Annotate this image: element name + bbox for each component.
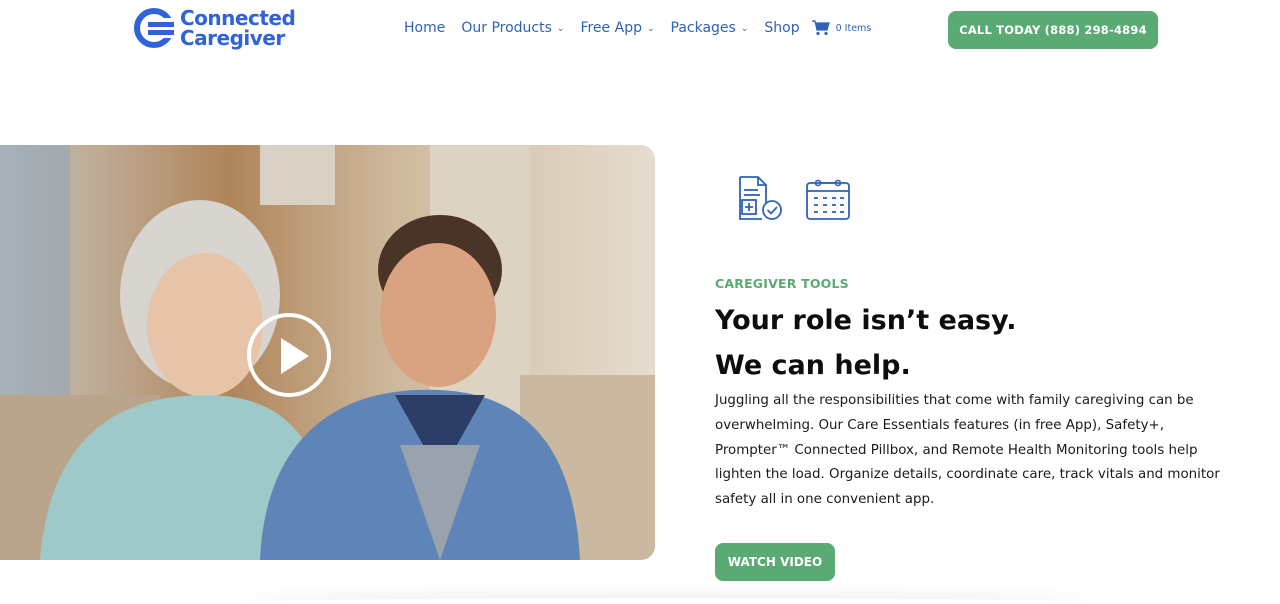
nav-free-app-label: Free App	[580, 20, 642, 36]
logo-icon	[134, 8, 174, 48]
chevron-down-icon: ⌄	[646, 24, 655, 34]
cart-count: 0 Items	[835, 22, 872, 34]
nav-free-app[interactable]: Free App ⌄	[580, 20, 654, 36]
hero-video-thumbnail[interactable]	[0, 145, 655, 560]
nav-home[interactable]: Home	[404, 20, 445, 36]
cart-link[interactable]: 0 Items	[811, 20, 872, 36]
watch-video-button[interactable]: WATCH VIDEO	[715, 543, 835, 581]
play-icon[interactable]	[247, 313, 331, 397]
section-eyebrow: CAREGIVER TOOLS	[715, 276, 849, 291]
brand-logo[interactable]: Connected Caregiver	[134, 6, 296, 50]
nav-shop[interactable]: Shop	[764, 20, 799, 36]
chevron-down-icon: ⌄	[740, 24, 749, 34]
nav-shop-label: Shop	[764, 20, 800, 36]
nav-packages[interactable]: Packages ⌄	[671, 20, 749, 36]
site-header: Connected Caregiver Home Our Products ⌄ …	[0, 0, 1280, 64]
nav-our-products-label: Our Products	[461, 20, 552, 36]
brand-line-1: Connected	[180, 6, 296, 30]
next-section-edge	[240, 598, 1090, 604]
chevron-down-icon: ⌄	[556, 24, 565, 34]
call-today-button[interactable]: CALL TODAY (888) 298-4894	[948, 11, 1158, 49]
calendar-icon	[806, 179, 850, 220]
medical-document-check-icon	[739, 176, 782, 220]
nav-home-label: Home	[404, 20, 446, 36]
heading-line-1: Your role isn’t easy.	[715, 305, 1017, 336]
nav-our-products[interactable]: Our Products ⌄	[461, 20, 564, 36]
main-nav: Home Our Products ⌄ Free App ⌄ Packages …	[404, 20, 871, 36]
shopping-cart-icon	[811, 20, 830, 36]
brand-line-2: Caregiver	[180, 26, 285, 50]
brand-name: Connected Caregiver	[180, 6, 296, 50]
heading-line-2: We can help.	[715, 350, 911, 381]
section-body: Juggling all the responsibilities that c…	[715, 393, 1220, 508]
section-heading: Your role isn’t easy. We can help.	[715, 298, 1235, 388]
nav-packages-label: Packages	[670, 20, 736, 36]
